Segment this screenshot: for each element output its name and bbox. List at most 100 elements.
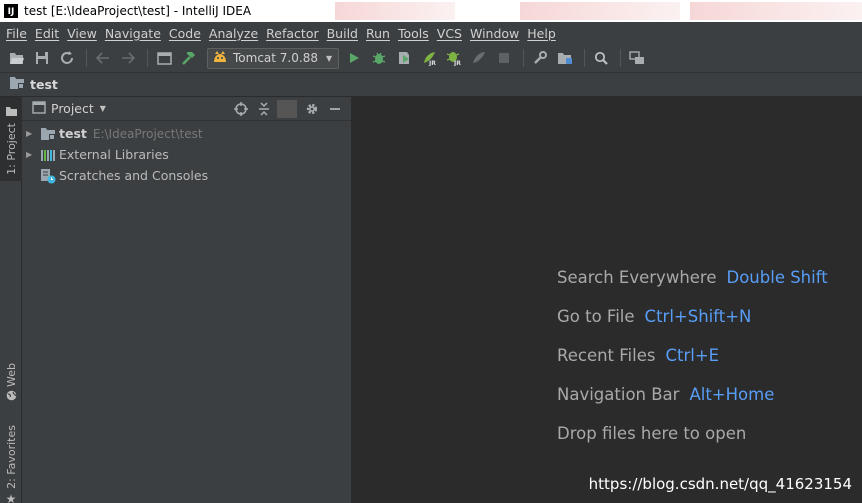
- jrebel-run-icon[interactable]: JR: [418, 47, 440, 69]
- project-tree: ▶ test E:\IdeaProject\test ▶ External Li…: [22, 121, 351, 186]
- hint-navigation-bar: Navigation Bar Alt+Home: [557, 385, 774, 404]
- chevron-down-icon[interactable]: ▼: [100, 104, 106, 113]
- run-configuration-label: Tomcat 7.0.88: [233, 51, 318, 65]
- hint-label: Go to File: [557, 307, 635, 326]
- menu-vcs[interactable]: VCS: [433, 26, 466, 41]
- run-icon[interactable]: [343, 47, 365, 69]
- menu-run[interactable]: Run: [362, 26, 394, 41]
- menu-bar: File Edit View Navigate Code Analyze Ref…: [0, 22, 862, 44]
- coverage-icon[interactable]: [393, 47, 415, 69]
- blurred-taskbar-area: [335, 2, 455, 20]
- left-tool-stripe: 1: Project Web 2: Favorites ★: [0, 97, 22, 503]
- breadcrumb-project[interactable]: test: [30, 77, 58, 92]
- hint-drop-files: Drop files here to open: [557, 424, 746, 443]
- jrebel-debug-icon[interactable]: JR: [443, 47, 465, 69]
- build-hammer-icon[interactable]: [178, 47, 200, 69]
- svg-text:JR: JR: [453, 60, 461, 66]
- window-title-bar: IJ test [E:\IdeaProject\test] - IntelliJ…: [0, 0, 862, 22]
- sdk-manager-icon[interactable]: [626, 47, 648, 69]
- menu-navigate[interactable]: Navigate: [101, 26, 165, 41]
- project-tab-icon: [5, 105, 17, 119]
- minimize-icon[interactable]: [325, 100, 345, 118]
- intellij-logo-icon: IJ: [4, 4, 18, 18]
- menu-edit[interactable]: Edit: [31, 26, 63, 41]
- expand-arrow-icon[interactable]: ▶: [26, 129, 40, 138]
- blurred-taskbar-area: [520, 2, 680, 20]
- menu-refactor[interactable]: Refactor: [262, 26, 322, 41]
- debug-icon[interactable]: [368, 47, 390, 69]
- menu-analyze[interactable]: Analyze: [205, 26, 262, 41]
- back-arrow-icon[interactable]: [92, 47, 114, 69]
- sync-icon[interactable]: [56, 47, 78, 69]
- toolbar-separator: [584, 49, 586, 67]
- watermark-url: https://blog.csdn.net/qq_41623154: [588, 475, 852, 493]
- header-divider: [277, 100, 297, 118]
- tomcat-icon: [212, 50, 228, 67]
- tab-project-label: 1: Project: [4, 123, 18, 175]
- scratches-icon: [40, 168, 56, 184]
- menu-tools[interactable]: Tools: [394, 26, 433, 41]
- main-toolbar: Tomcat 7.0.88 ▼ JR JR: [0, 44, 862, 72]
- libraries-icon: [40, 147, 56, 163]
- menu-window[interactable]: Window: [466, 26, 523, 41]
- settings-wrench-icon[interactable]: [529, 47, 551, 69]
- forward-arrow-icon[interactable]: [117, 47, 139, 69]
- save-icon[interactable]: [31, 47, 53, 69]
- collapse-all-icon[interactable]: [254, 100, 274, 118]
- hint-label: Navigation Bar: [557, 385, 680, 404]
- menu-build[interactable]: Build: [323, 26, 362, 41]
- menu-file[interactable]: File: [2, 26, 31, 41]
- star-icon: ★: [5, 491, 17, 503]
- project-panel-header: Project ▼: [22, 97, 351, 121]
- hint-search-everywhere: Search Everywhere Double Shift: [557, 268, 828, 287]
- gear-icon[interactable]: [302, 100, 322, 118]
- hint-shortcut: Double Shift: [726, 268, 828, 287]
- tree-item-path: E:\IdeaProject\test: [92, 126, 203, 141]
- search-icon[interactable]: [590, 47, 612, 69]
- toolbar-separator: [620, 49, 622, 67]
- tree-item-scratches[interactable]: Scratches and Consoles: [22, 165, 351, 186]
- stop-icon[interactable]: [493, 47, 515, 69]
- hint-label: Recent Files: [557, 346, 656, 365]
- toolbar-separator: [147, 49, 148, 67]
- toolbar-separator: [523, 49, 525, 67]
- menu-help[interactable]: Help: [523, 26, 560, 41]
- tree-item-label: test: [59, 126, 87, 141]
- hint-recent-files: Recent Files Ctrl+E: [557, 346, 719, 365]
- menu-view[interactable]: View: [63, 26, 101, 41]
- hint-shortcut: Alt+Home: [689, 385, 775, 404]
- navigation-bar: test: [0, 72, 862, 97]
- hint-go-to-file: Go to File Ctrl+Shift+N: [557, 307, 751, 326]
- blurred-taskbar-area: [690, 2, 862, 20]
- project-tool-window: Project ▼ ▶ test E:\IdeaProject\test ▶ E…: [22, 97, 352, 503]
- tab-favorites-label: 2: Favorites: [4, 425, 18, 489]
- tree-item-external-libraries[interactable]: ▶ External Libraries: [22, 144, 351, 165]
- editor-area[interactable]: Search Everywhere Double Shift Go to File…: [352, 97, 862, 503]
- module-folder-icon: [9, 76, 25, 93]
- module-folder-icon: [40, 126, 56, 142]
- tree-item-label: Scratches and Consoles: [59, 168, 209, 183]
- toolbar-separator: [86, 49, 87, 67]
- project-structure-icon[interactable]: [554, 47, 576, 69]
- profile-icon[interactable]: [468, 47, 490, 69]
- expand-arrow-icon[interactable]: ▶: [26, 150, 40, 159]
- locate-target-icon[interactable]: [231, 100, 251, 118]
- tab-project[interactable]: 1: Project: [0, 97, 22, 181]
- tree-item-test[interactable]: ▶ test E:\IdeaProject\test: [22, 123, 351, 144]
- tab-web[interactable]: Web: [0, 363, 22, 409]
- project-window-icon[interactable]: [153, 47, 175, 69]
- tab-favorites[interactable]: 2: Favorites ★: [0, 425, 22, 503]
- chevron-down-icon: ▼: [325, 53, 333, 63]
- svg-text:JR: JR: [428, 60, 436, 66]
- menu-code[interactable]: Code: [165, 26, 205, 41]
- run-configuration-selector[interactable]: Tomcat 7.0.88 ▼: [207, 47, 340, 69]
- project-view-icon: [32, 100, 46, 117]
- hint-shortcut: Ctrl+Shift+N: [644, 307, 752, 326]
- project-view-selector[interactable]: Project: [51, 101, 94, 116]
- window-title: test [E:\IdeaProject\test] - IntelliJ ID…: [24, 4, 252, 18]
- hint-label: Search Everywhere: [557, 268, 717, 287]
- open-folder-icon[interactable]: [6, 47, 28, 69]
- hint-label: Drop files here to open: [557, 424, 747, 443]
- globe-icon: [6, 390, 17, 404]
- tab-web-label: Web: [4, 363, 18, 387]
